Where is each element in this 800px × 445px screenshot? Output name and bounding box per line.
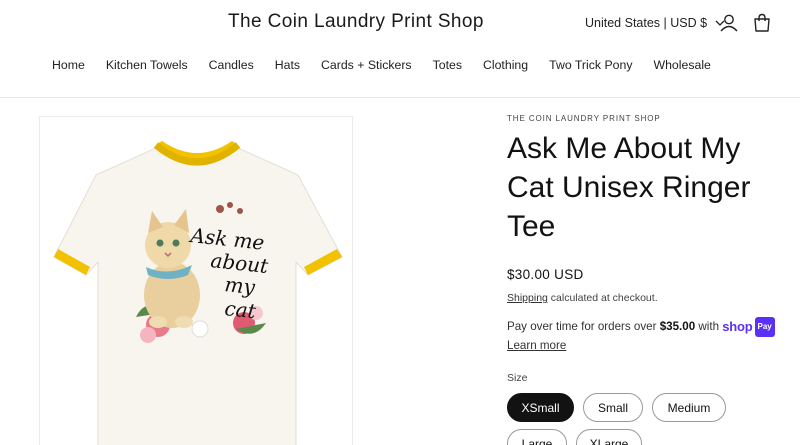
shipping-link[interactable]: Shipping — [507, 292, 548, 304]
main-nav: Home Kitchen Towels Candles Hats Cards +… — [52, 58, 732, 72]
nav-item-totes[interactable]: Totes — [433, 58, 462, 72]
product-image[interactable]: Ask me about my cat — [39, 116, 353, 445]
nav-item-candles[interactable]: Candles — [209, 58, 254, 72]
nav-item-wholesale[interactable]: Wholesale — [653, 58, 710, 72]
nav-item-kitchen-towels[interactable]: Kitchen Towels — [106, 58, 188, 72]
size-option-xlarge[interactable]: XLarge — [576, 429, 642, 445]
installments-banner: Pay over time for orders over $35.00 wit… — [507, 317, 787, 355]
product-title: Ask Me About My Cat Unisex Ringer Tee — [507, 132, 751, 243]
installments-text: Pay over time for orders over — [507, 320, 660, 334]
site-header: The Coin Laundry Print Shop United State… — [0, 0, 800, 98]
shipping-note: Shipping calculated at checkout. — [507, 292, 787, 304]
shop-pay-logo: shop Pay — [722, 317, 775, 337]
size-options: XSmall Small Medium Large XLarge — [507, 393, 787, 445]
nav-item-hats[interactable]: Hats — [275, 58, 300, 72]
learn-more-link[interactable]: Learn more — [507, 337, 566, 355]
shipping-text: calculated at checkout. — [547, 292, 658, 304]
product-price: $30.00 USD — [507, 267, 584, 282]
shop-pay-badge: Pay — [754, 317, 775, 337]
shirt-text-line-3: my — [223, 272, 256, 299]
cart-icon[interactable] — [751, 12, 773, 34]
size-option-large[interactable]: Large — [507, 429, 567, 445]
country-selector-label: United States | USD $ — [585, 16, 708, 30]
size-option-medium[interactable]: Medium — [652, 393, 726, 422]
nav-item-cards-stickers[interactable]: Cards + Stickers — [321, 58, 412, 72]
nav-item-home[interactable]: Home — [52, 58, 85, 72]
ringer-tee-illustration: Ask me about my cat — [53, 141, 343, 445]
size-label: Size — [507, 372, 528, 384]
nav-item-two-trick-pony[interactable]: Two Trick Pony — [549, 58, 632, 72]
shop-pay-word: shop — [722, 319, 753, 334]
size-option-xsmall[interactable]: XSmall — [507, 393, 574, 422]
country-selector[interactable]: United States | USD $ — [585, 16, 727, 30]
nav-item-clothing[interactable]: Clothing — [483, 58, 528, 72]
account-icon[interactable] — [718, 12, 740, 34]
shirt-text-line-4: cat — [223, 296, 257, 323]
installments-amount: $35.00 — [659, 320, 696, 334]
product-info: THE COIN LAUNDRY PRINT SHOP Ask Me About… — [507, 114, 787, 445]
site-title[interactable]: The Coin Laundry Print Shop — [228, 11, 484, 33]
installments-with: with — [695, 320, 723, 334]
size-option-small[interactable]: Small — [583, 393, 643, 422]
vendor-label: THE COIN LAUNDRY PRINT SHOP — [507, 114, 661, 123]
